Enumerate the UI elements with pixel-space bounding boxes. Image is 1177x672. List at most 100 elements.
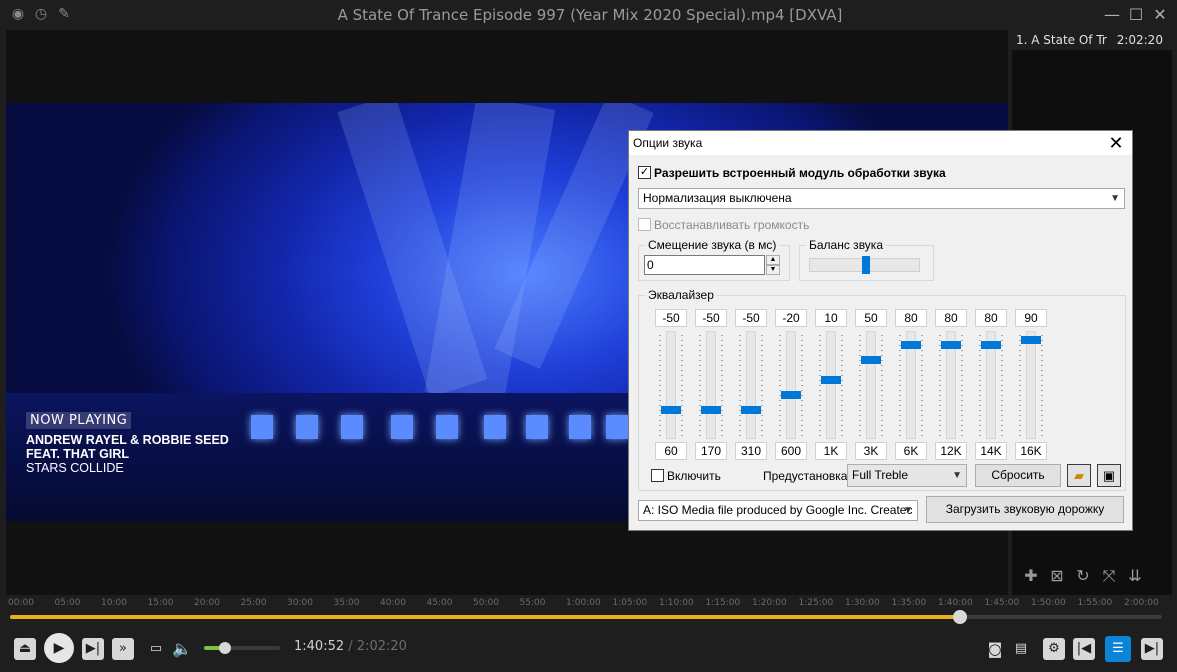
eq-band-slider[interactable] bbox=[819, 331, 843, 439]
eq-band-slider[interactable] bbox=[779, 331, 803, 439]
pin-icon[interactable]: ✎ bbox=[56, 6, 72, 22]
restore-volume-checkbox[interactable] bbox=[638, 218, 651, 231]
volume-slider[interactable] bbox=[204, 642, 280, 654]
spin-up-icon[interactable]: ▲ bbox=[766, 255, 780, 265]
eq-band-slider[interactable] bbox=[899, 331, 923, 439]
eq-band-thumb[interactable] bbox=[981, 341, 1001, 349]
dialog-close-button[interactable]: ✕ bbox=[1106, 132, 1126, 154]
eq-band-slider[interactable] bbox=[739, 331, 763, 439]
now-playing-overlay: NOW PLAYING ANDREW RAYEL & ROBBIE SEED F… bbox=[26, 409, 229, 475]
reset-button[interactable]: Сбросить bbox=[975, 464, 1061, 487]
dialog-title-bar[interactable]: Опции звука ✕ bbox=[629, 131, 1132, 155]
timeline-tick-label: 35:00 bbox=[333, 598, 360, 608]
eq-band-thumb[interactable] bbox=[821, 376, 841, 384]
equalizer-enable-checkbox[interactable] bbox=[651, 469, 664, 482]
shuffle-icon[interactable]: ⤧ bbox=[1100, 567, 1118, 585]
preset-select[interactable]: Full Treble ▼ bbox=[847, 464, 967, 487]
eq-band-slider[interactable] bbox=[699, 331, 723, 439]
control-bar: ⏏ ▶ ▶| » ▭ 🔈 1:40:52 / 2:02:20 ◙ ▤ ⚙ |◀ … bbox=[0, 628, 1177, 672]
film-strip-icon[interactable]: ▤ bbox=[1010, 638, 1032, 660]
subtitles-icon[interactable]: ▭ bbox=[145, 638, 167, 660]
play-button[interactable]: ▶ bbox=[44, 633, 74, 663]
eq-band: -50 310 bbox=[735, 309, 767, 460]
sort-down-icon[interactable]: ⇊ bbox=[1126, 567, 1144, 585]
seek-bar[interactable] bbox=[10, 610, 1162, 624]
eq-band-slider[interactable] bbox=[659, 331, 683, 439]
eq-band: 80 12K bbox=[935, 309, 967, 460]
equalizer-enable-label: Включить bbox=[667, 469, 721, 483]
enable-processing-label: Разрешить встроенный модуль обработки зв… bbox=[654, 166, 946, 180]
eq-band-rail bbox=[706, 331, 716, 439]
load-audio-track-button[interactable]: Загрузить звуковую дорожку bbox=[926, 496, 1124, 523]
enable-processing-checkbox[interactable]: ✓ bbox=[638, 166, 651, 179]
dialog-title: Опции звука bbox=[633, 136, 703, 150]
eq-band-slider[interactable] bbox=[979, 331, 1003, 439]
window-title: A State Of Trance Episode 997 (Year Mix … bbox=[337, 6, 843, 24]
eq-band-thumb[interactable] bbox=[941, 341, 961, 349]
eq-band-thumb[interactable] bbox=[741, 406, 761, 414]
timeline-tick-label: 1:50:00 bbox=[1031, 598, 1066, 608]
settings-icon[interactable]: ⚙ bbox=[1043, 638, 1065, 660]
eq-band-thumb[interactable] bbox=[901, 341, 921, 349]
eq-band-thumb[interactable] bbox=[701, 406, 721, 414]
timeline-tick-label: 1:20:00 bbox=[752, 598, 787, 608]
now-playing-track: STARS COLLIDE bbox=[26, 461, 124, 475]
audio-track-value: A: ISO Media file produced by Google Inc… bbox=[643, 503, 913, 517]
eq-band-value: 10 bbox=[815, 309, 847, 327]
time-separator: / bbox=[348, 639, 353, 654]
eq-band: -50 170 bbox=[695, 309, 727, 460]
eq-band-thumb[interactable] bbox=[661, 406, 681, 414]
camera-icon[interactable]: ◙ bbox=[984, 638, 1006, 660]
current-time: 1:40:52 bbox=[294, 639, 345, 654]
maximize-button[interactable]: ☐ bbox=[1126, 5, 1146, 25]
remove-icon[interactable]: ⊠ bbox=[1048, 567, 1066, 585]
balance-thumb[interactable] bbox=[861, 256, 870, 274]
volume-thumb[interactable] bbox=[219, 642, 232, 654]
clock-icon[interactable]: ◷ bbox=[33, 6, 49, 22]
previous-icon[interactable]: |◀ bbox=[1073, 638, 1095, 660]
open-folder-icon[interactable]: ▰ bbox=[1067, 464, 1091, 487]
eq-band-value: 50 bbox=[855, 309, 887, 327]
next-icon[interactable]: ▶| bbox=[1141, 638, 1163, 660]
playlist-toolbar: ✚ ⊠ ↻ ⤧ ⇊ bbox=[1022, 566, 1152, 588]
menu-circle-icon[interactable]: ◉ bbox=[10, 6, 26, 22]
offset-spinner[interactable]: ▲ ▼ bbox=[766, 255, 780, 275]
refresh-icon[interactable]: ↻ bbox=[1074, 567, 1092, 585]
playlist-item[interactable]: 1. A State Of Tr 2:02:20 bbox=[1012, 30, 1172, 50]
balance-group-title: Баланс звука bbox=[806, 238, 886, 252]
speaker-icon[interactable]: 🔈 bbox=[171, 638, 193, 660]
eq-band-value: 80 bbox=[975, 309, 1007, 327]
timeline-tick-label: 1:00:00 bbox=[566, 598, 601, 608]
eq-band-thumb[interactable] bbox=[1021, 336, 1041, 344]
eject-icon[interactable]: ⏏ bbox=[14, 638, 36, 660]
sound-options-dialog: Опции звука ✕ ✓ Разрешить встроенный мод… bbox=[628, 130, 1133, 531]
now-playing-tag: NOW PLAYING bbox=[26, 412, 132, 429]
eq-band-value: 90 bbox=[1015, 309, 1047, 327]
minimize-button[interactable]: — bbox=[1102, 5, 1122, 25]
timeline-tick-label: 25:00 bbox=[240, 598, 267, 608]
audio-track-select[interactable]: A: ISO Media file produced by Google Inc… bbox=[638, 500, 918, 521]
eq-band-slider[interactable] bbox=[1019, 331, 1043, 439]
timeline-ruler[interactable]: 00:00 05:00 10:00 15:00 20:00 25:00 30:00 35:00… bbox=[0, 596, 1177, 626]
normalization-select[interactable]: Нормализация выключена ▼ bbox=[638, 188, 1125, 209]
eq-band-thumb[interactable] bbox=[861, 356, 881, 364]
add-icon[interactable]: ✚ bbox=[1022, 567, 1040, 585]
normalization-value: Нормализация выключена bbox=[643, 191, 792, 205]
eq-band-slider[interactable] bbox=[939, 331, 963, 439]
save-icon[interactable]: ▣ bbox=[1097, 464, 1121, 487]
timeline-tick-label: 20:00 bbox=[194, 598, 220, 608]
chevron-down-icon: ▼ bbox=[952, 470, 962, 481]
eq-band-value: -50 bbox=[655, 309, 687, 327]
close-button[interactable]: ✕ bbox=[1150, 5, 1170, 25]
eq-band: 10 1K bbox=[815, 309, 847, 460]
balance-slider[interactable] bbox=[809, 256, 920, 274]
eq-band: -50 60 bbox=[655, 309, 687, 460]
eq-band-slider[interactable] bbox=[859, 331, 883, 439]
offset-input[interactable]: 0 bbox=[644, 255, 765, 275]
fast-forward-icon[interactable]: » bbox=[112, 638, 134, 660]
eq-band-thumb[interactable] bbox=[781, 391, 801, 399]
spin-down-icon[interactable]: ▼ bbox=[766, 265, 780, 275]
playlist-toggle-icon[interactable]: ☰ bbox=[1105, 636, 1131, 662]
timeline-tick-label: 45:00 bbox=[426, 598, 453, 608]
step-forward-icon[interactable]: ▶| bbox=[82, 638, 104, 660]
